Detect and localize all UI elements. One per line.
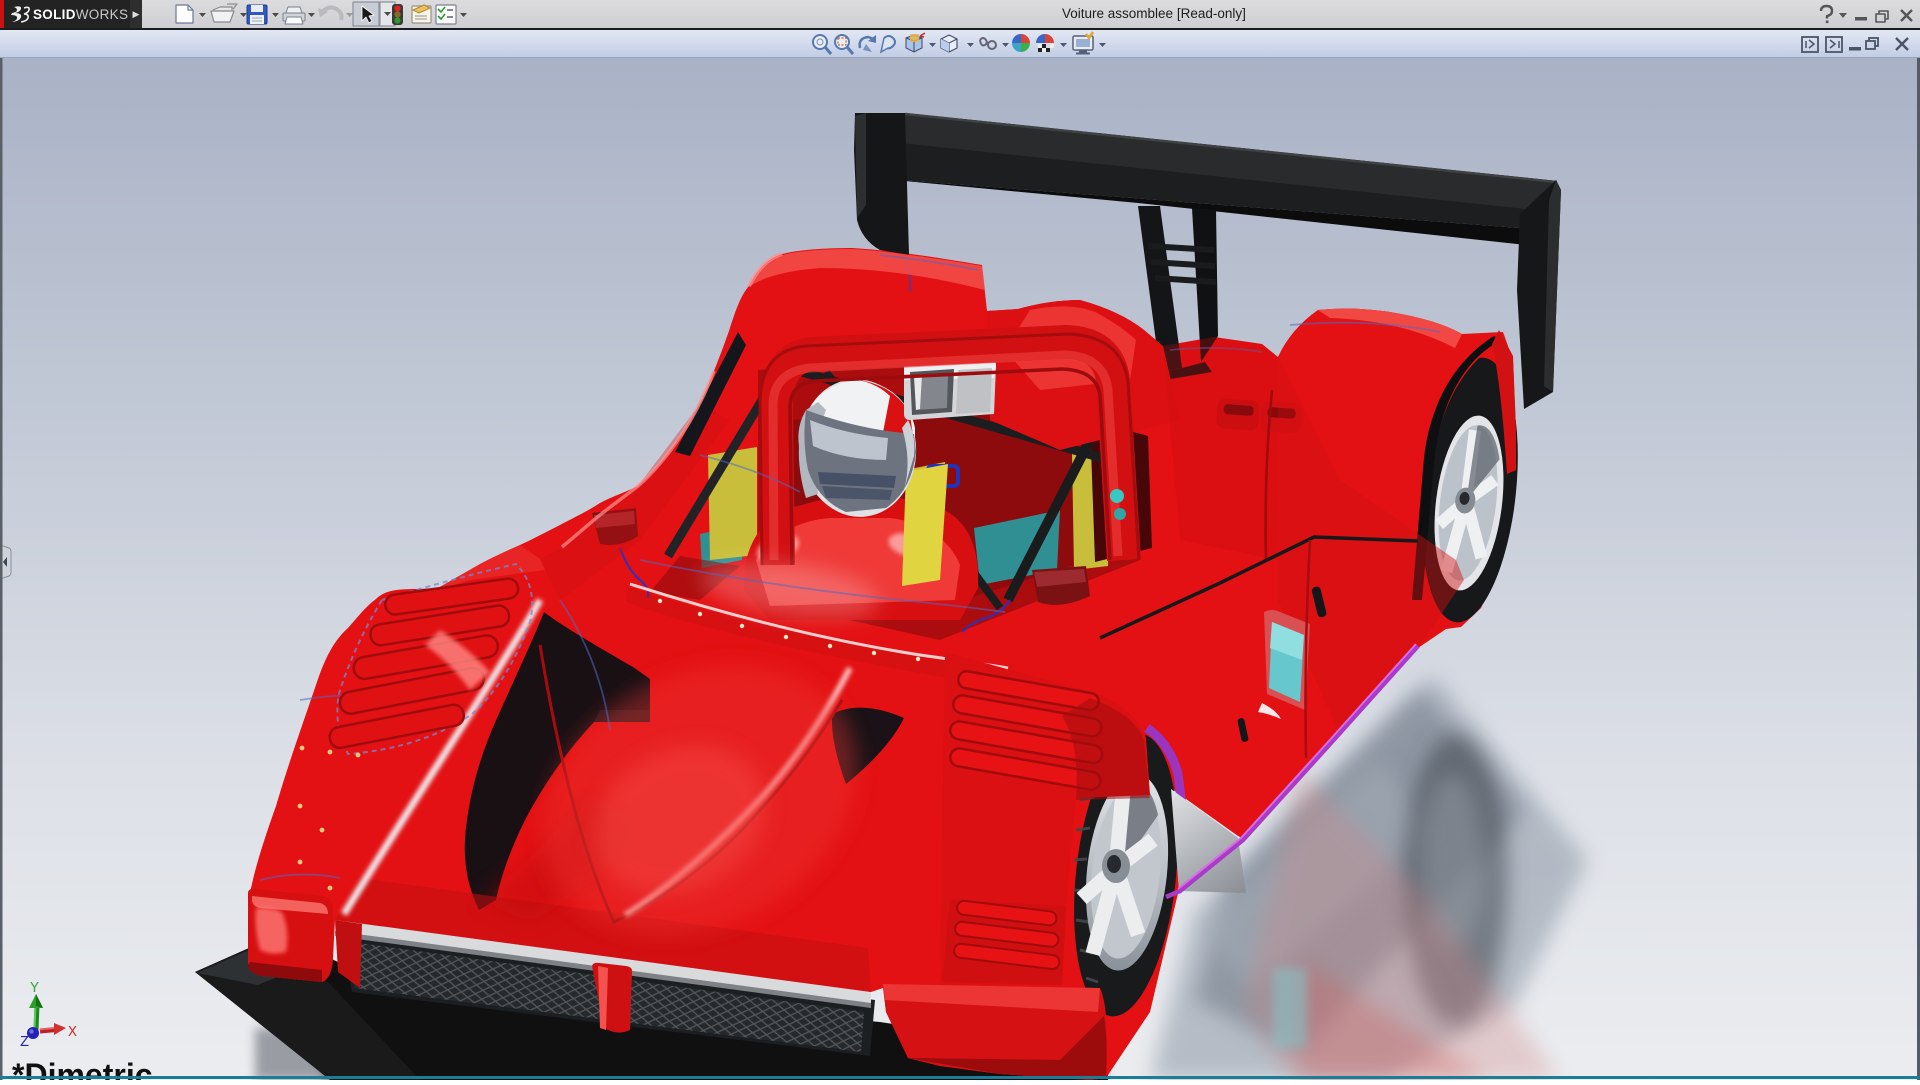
svg-text:Z: Z — [20, 1034, 29, 1051]
svg-text:X: X — [68, 1024, 77, 1041]
svg-text:Y: Y — [30, 980, 39, 997]
